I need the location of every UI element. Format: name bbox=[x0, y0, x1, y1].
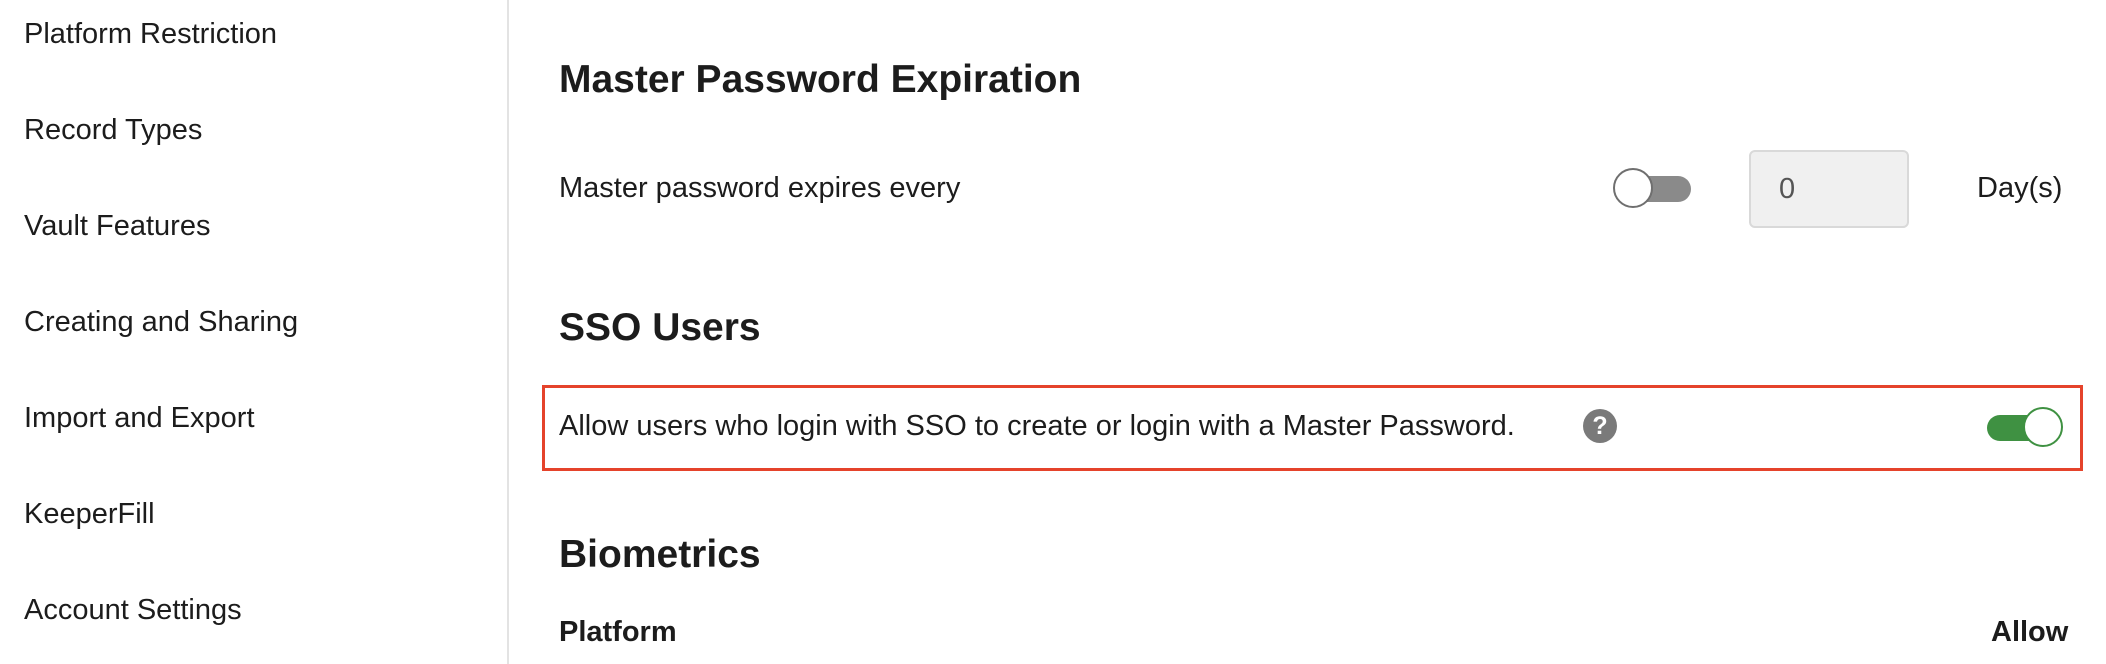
sidebar-item-creating-and-sharing[interactable]: Creating and Sharing bbox=[24, 304, 298, 340]
column-header-platform: Platform bbox=[559, 616, 677, 648]
section-title-biometrics: Biometrics bbox=[559, 533, 761, 576]
master-password-expires-label: Master password expires every bbox=[559, 172, 961, 204]
sidebar-item-account-settings[interactable]: Account Settings bbox=[24, 592, 242, 628]
help-icon[interactable]: ? bbox=[1583, 409, 1617, 443]
days-unit-label: Day(s) bbox=[1977, 172, 2063, 204]
sso-master-password-toggle[interactable] bbox=[1983, 407, 2063, 447]
section-title-master-password-expiration: Master Password Expiration bbox=[559, 58, 1082, 101]
toggle-knob bbox=[1613, 168, 1653, 208]
master-password-expiration-toggle[interactable] bbox=[1613, 168, 1693, 208]
expiration-days-input[interactable] bbox=[1749, 150, 1909, 228]
sidebar-item-platform-restriction[interactable]: Platform Restriction bbox=[24, 16, 277, 52]
toggle-knob bbox=[2023, 407, 2063, 447]
column-header-allow: Allow bbox=[1991, 616, 2069, 648]
section-title-sso-users: SSO Users bbox=[559, 306, 761, 349]
sso-master-password-label: Allow users who login with SSO to create… bbox=[559, 410, 1515, 442]
sidebar-item-keeperfill[interactable]: KeeperFill bbox=[24, 496, 155, 532]
sidebar-item-record-types[interactable]: Record Types bbox=[24, 112, 202, 148]
settings-panel: Master Password Expiration Master passwo… bbox=[511, 0, 2106, 664]
sidebar-item-vault-features[interactable]: Vault Features bbox=[24, 208, 210, 244]
sidebar-item-import-and-export[interactable]: Import and Export bbox=[24, 400, 255, 436]
sidebar: Platform Restriction Record Types Vault … bbox=[0, 0, 509, 664]
